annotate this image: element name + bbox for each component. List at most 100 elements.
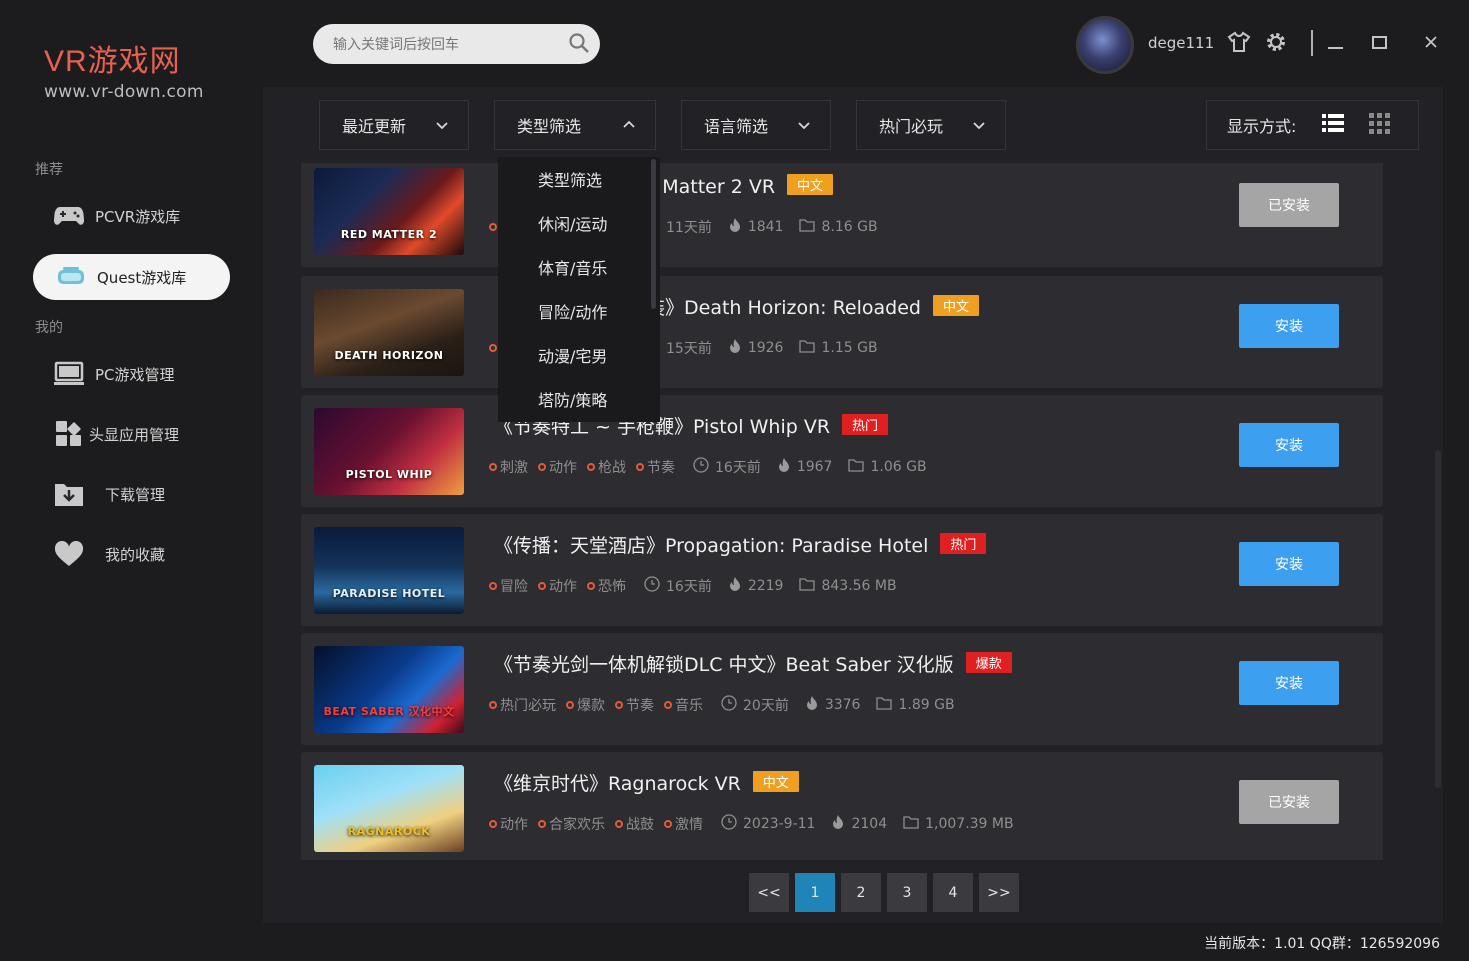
filter-language[interactable]: 语言筛选 [681, 100, 831, 150]
game-meta-value: 11天前 [666, 220, 712, 236]
chevron-down-icon [973, 122, 985, 130]
game-title[interactable]: 《节奏光剑一体机解锁DLC 中文》Beat Saber 汉化版 爆款 [494, 650, 1012, 677]
avatar[interactable] [1076, 16, 1134, 74]
game-thumbnail[interactable]: BEAT SABER 汉化中文 [314, 646, 464, 733]
game-list: RED MATTER 2《红色物质2》Red Matter 2 VR中文冒险解谜… [301, 163, 1383, 860]
game-tag[interactable]: 恐怖 [587, 576, 626, 596]
sidebar-item-pc-games[interactable]: PC游戏管理 [33, 351, 230, 397]
install-button[interactable]: 安装 [1239, 304, 1339, 348]
list-view-icon[interactable] [1322, 113, 1345, 137]
tag-dot-icon [489, 582, 497, 590]
game-meta-value: 16天前 [715, 460, 761, 476]
dropdown-item[interactable]: 类型筛选 [498, 157, 660, 201]
game-tag[interactable]: 音乐 [664, 695, 703, 715]
tag-dot-icon [538, 582, 546, 590]
filter-hot[interactable]: 热门必玩 [856, 100, 1006, 150]
page-button[interactable]: 1 [795, 873, 835, 912]
game-row[interactable]: BEAT SABER 汉化中文 《节奏光剑一体机解锁DLC 中文》Beat Sab… [301, 633, 1383, 745]
search-input[interactable] [313, 24, 600, 64]
game-thumbnail[interactable]: PISTOL WHIP [314, 408, 464, 495]
page-prev-button[interactable]: << [749, 873, 789, 912]
game-row[interactable]: RED MATTER 2《红色物质2》Red Matter 2 VR中文冒险解谜… [301, 163, 1383, 267]
installed-button[interactable]: 已安装 [1239, 183, 1339, 227]
tag-dot-icon [538, 463, 546, 471]
type-filter-dropdown: 类型筛选 休闲/运动 体育/音乐 冒险/动作 动漫/宅男 塔防/策略 [498, 157, 660, 422]
game-tag[interactable]: 节奏 [636, 457, 675, 477]
game-row[interactable]: DEATH HORIZON 《死亡地平线：重装》Death Horizon: Re… [301, 276, 1383, 388]
page-next-button[interactable]: >> [979, 873, 1019, 912]
tshirt-icon[interactable] [1227, 30, 1251, 54]
tag-dot-icon [489, 463, 497, 471]
game-meta-value: 1.15 GB [821, 340, 878, 356]
game-badge: 中文 [787, 174, 834, 195]
username[interactable]: dege111 [1148, 34, 1214, 52]
install-button[interactable]: 安装 [1239, 542, 1339, 586]
thumbnail-logo-text: BEAT SABER 汉化中文 [323, 705, 455, 718]
game-tag[interactable]: 动作 [489, 814, 528, 834]
flame-icon [728, 576, 748, 596]
page-button[interactable]: 3 [887, 873, 927, 912]
install-button[interactable]: 安装 [1239, 661, 1339, 705]
filter-label: 热门必玩 [879, 117, 944, 136]
game-title-text: 《维京时代》Ragnarock VR [494, 773, 741, 795]
filter-type[interactable]: 类型筛选 [494, 100, 656, 150]
close-icon[interactable] [1419, 30, 1443, 54]
sidebar-item-pcvr[interactable]: PCVR游戏库 [33, 193, 230, 239]
game-meta-item: 1926 [728, 338, 783, 358]
gamepad-icon [53, 200, 85, 232]
game-thumbnail[interactable]: RED MATTER 2 [314, 168, 464, 255]
game-tag[interactable]: 动作 [538, 576, 577, 596]
filter-recent[interactable]: 最近更新 [319, 100, 469, 150]
game-tag[interactable]: 热门必玩 [489, 695, 556, 715]
game-tag[interactable]: 节奏 [615, 695, 654, 715]
sidebar-item-favorites[interactable]: 我的收藏 [33, 531, 230, 577]
grid-view-icon[interactable] [1369, 112, 1391, 138]
game-tag[interactable]: 动作 [538, 457, 577, 477]
gear-icon[interactable] [1264, 30, 1288, 54]
game-title-text: 《节奏光剑一体机解锁DLC 中文》Beat Saber 汉化版 [494, 654, 954, 676]
game-meta: 冒险 动作 恐怖 16天前 2219 843.56 MB [489, 576, 905, 596]
dropdown-item[interactable]: 休闲/运动 [498, 201, 660, 245]
game-row[interactable]: PARADISE HOTEL 《传播：天堂酒店》Propagation: Para… [301, 514, 1383, 626]
game-row[interactable]: PISTOL WHIP 《节奏特工 ~ 手枪鞭》Pistol Whip VR 热门刺… [301, 395, 1383, 507]
flame-icon [805, 695, 825, 715]
game-thumbnail[interactable]: RAGNAROCK [314, 765, 464, 852]
dropdown-item[interactable]: 动漫/宅男 [498, 333, 660, 377]
game-tag[interactable]: 冒险 [489, 576, 528, 596]
install-button[interactable]: 安装 [1239, 423, 1339, 467]
list-scrollbar[interactable] [1435, 450, 1441, 788]
game-tag[interactable]: 刺激 [489, 457, 528, 477]
minimize-icon[interactable] [1324, 30, 1348, 54]
game-tag[interactable]: 枪战 [587, 457, 626, 477]
game-title[interactable]: 《传播：天堂酒店》Propagation: Paradise Hotel 热门 [494, 531, 987, 558]
dropdown-item[interactable]: 塔防/策略 [498, 377, 660, 421]
sidebar-item-label: 我的收藏 [105, 545, 166, 564]
game-meta-item: 1967 [777, 457, 832, 477]
game-meta-value: 2104 [851, 816, 888, 832]
game-tag[interactable]: 激情 [664, 814, 703, 834]
page-button[interactable]: 2 [841, 873, 881, 912]
tag-dot-icon [566, 701, 574, 709]
installed-button[interactable]: 已安装 [1239, 780, 1339, 824]
search-icon[interactable] [568, 32, 592, 56]
dropdown-item[interactable]: 冒险/动作 [498, 289, 660, 333]
game-thumbnail[interactable]: PARADISE HOTEL [314, 527, 464, 614]
clock-icon [644, 576, 666, 596]
game-title[interactable]: 《维京时代》Ragnarock VR 中文 [494, 769, 799, 796]
folder-icon [876, 696, 898, 714]
game-thumbnail[interactable]: DEATH HORIZON [314, 289, 464, 376]
dropdown-item[interactable]: 体育/音乐 [498, 245, 660, 289]
page-button[interactable]: 4 [933, 873, 973, 912]
maximize-icon[interactable] [1368, 30, 1392, 54]
dropdown-scrollbar[interactable] [651, 159, 656, 309]
game-tag[interactable]: 爆款 [566, 695, 605, 715]
game-row[interactable]: RAGNAROCK 《维京时代》Ragnarock VR 中文动作 合家欢乐 战鼓 激情 2… [301, 752, 1383, 860]
game-tag[interactable]: 战鼓 [615, 814, 654, 834]
sidebar-item-downloads[interactable]: 下载管理 [33, 471, 230, 517]
game-meta-value: 1841 [747, 219, 784, 235]
game-meta-value: 15天前 [666, 341, 712, 357]
folder-icon [848, 458, 870, 476]
sidebar-item-headset-apps[interactable]: 头显应用管理 [33, 411, 230, 457]
game-tag[interactable]: 合家欢乐 [538, 814, 605, 834]
sidebar-item-quest[interactable]: Quest游戏库 [33, 254, 230, 300]
